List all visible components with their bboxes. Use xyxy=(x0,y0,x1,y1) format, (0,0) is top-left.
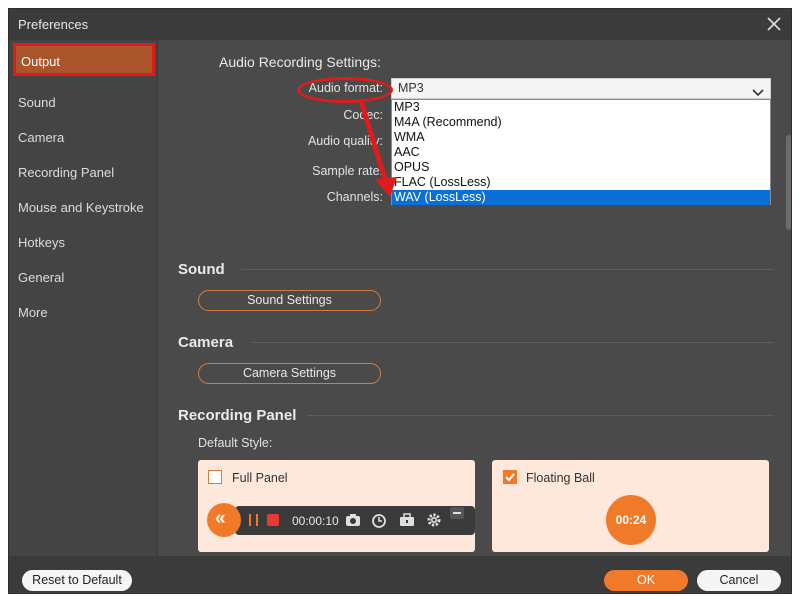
double-left-chevron-icon: « xyxy=(207,503,241,537)
camera-divider xyxy=(251,342,774,343)
toolbar-timer: 00:00:10 xyxy=(292,514,339,528)
recording-panel-heading: Recording Panel xyxy=(178,407,297,424)
full-panel-label: Full Panel xyxy=(232,471,288,485)
pause-icon xyxy=(249,514,258,526)
ok-button[interactable]: OK xyxy=(604,570,688,591)
default-style-label: Default Style: xyxy=(198,436,273,450)
reset-to-default-button[interactable]: Reset to Default xyxy=(22,570,132,591)
floating-ball-preview: 00:24 xyxy=(606,495,656,545)
sound-settings-button[interactable]: Sound Settings xyxy=(198,290,381,311)
sound-heading: Sound xyxy=(178,261,225,278)
cancel-button[interactable]: Cancel xyxy=(697,570,781,591)
floating-ball-checkbox[interactable] xyxy=(503,470,517,484)
recording-panel-divider xyxy=(307,415,774,416)
camera-heading: Camera xyxy=(178,334,234,351)
camera-icon xyxy=(346,514,360,526)
preferences-window: Preferences Output Sound Camera Recordin… xyxy=(8,8,792,594)
sound-divider xyxy=(241,269,774,270)
checkmark-icon xyxy=(505,473,515,482)
toolbox-icon xyxy=(400,513,414,526)
full-panel-checkbox[interactable] xyxy=(208,470,222,484)
floating-ball-label: Floating Ball xyxy=(526,471,595,485)
clock-icon xyxy=(372,514,386,528)
footer-bar: Reset to Default OK Cancel xyxy=(9,556,791,593)
minimize-icon xyxy=(450,507,464,519)
record-stop-icon xyxy=(267,514,279,526)
camera-settings-button[interactable]: Camera Settings xyxy=(198,363,381,384)
gear-icon xyxy=(427,513,441,527)
